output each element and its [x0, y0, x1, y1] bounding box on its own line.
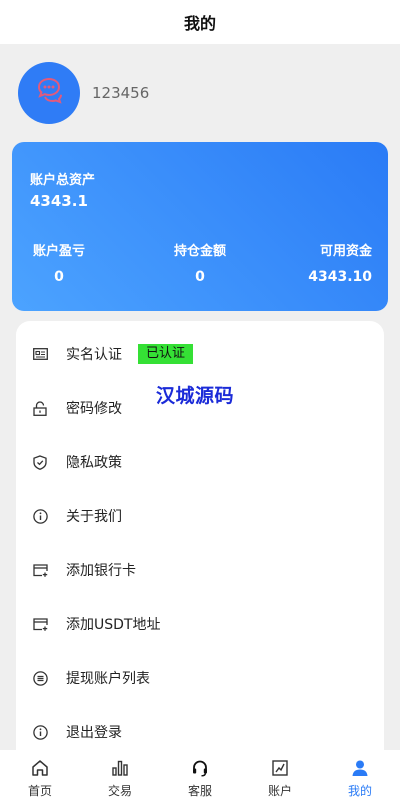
- menu-item-label: 隐私政策: [66, 455, 122, 471]
- tab-account[interactable]: 账户: [240, 750, 320, 804]
- account-icon: [270, 758, 290, 778]
- menu-item-label: 实名认证: [66, 347, 122, 363]
- info-icon: [32, 724, 48, 740]
- stat-position-amount: 持仓金额 0: [170, 240, 230, 285]
- username: 123456: [92, 84, 150, 102]
- menu-item-privacy-policy[interactable]: 隐私政策: [16, 435, 384, 489]
- menu-item-label: 关于我们: [66, 509, 122, 525]
- total-assets-label: 账户总资产: [30, 173, 96, 188]
- menu-item-label: 密码修改: [66, 401, 122, 417]
- menu-item-label: 添加USDT地址: [66, 617, 161, 633]
- stat-label: 可用资金: [319, 244, 372, 259]
- total-assets-value: 4343.1: [30, 192, 88, 210]
- asset-summary-card: 账户总资产 4343.1 账户盈亏 0 持仓金额 0 可用资金 4343.10: [12, 142, 388, 311]
- tab-label: 账户: [267, 784, 292, 798]
- bottom-tab-bar: 首页 交易 客服 账户 我的: [0, 750, 400, 804]
- home-icon: [30, 758, 50, 778]
- page-title: 我的: [183, 14, 216, 33]
- info-icon: [32, 508, 48, 524]
- top-bar: 我的: [0, 0, 400, 44]
- profile-section: 123456: [18, 62, 149, 124]
- tab-trade[interactable]: 交易: [80, 750, 160, 804]
- card-add-icon: [32, 616, 48, 632]
- stat-available-funds: 可用资金 4343.10: [308, 240, 372, 285]
- shield-icon: [32, 454, 48, 470]
- menu-item-withdrawal-accounts[interactable]: 提现账户列表: [16, 651, 384, 705]
- card-add-icon: [32, 562, 48, 578]
- headset-icon: [190, 758, 210, 778]
- menu-item-add-usdt-address[interactable]: 添加USDT地址: [16, 597, 384, 651]
- menu-item-label: 退出登录: [66, 725, 122, 741]
- tab-customer-service[interactable]: 客服: [160, 750, 240, 804]
- stat-profit-loss: 账户盈亏 0: [30, 240, 88, 285]
- stat-label: 账户盈亏: [32, 244, 85, 259]
- tab-mine[interactable]: 我的: [320, 750, 400, 804]
- chat-bubbles-icon: [31, 73, 67, 113]
- avatar[interactable]: [18, 62, 80, 124]
- list-icon: [32, 670, 48, 686]
- stat-label: 持仓金额: [173, 244, 226, 259]
- watermark: 汉城源码: [156, 385, 235, 407]
- tab-label: 客服: [187, 784, 212, 798]
- stat-value: 4343.10: [308, 269, 372, 285]
- chart-icon: [110, 758, 130, 778]
- id-card-icon: [32, 346, 48, 362]
- menu-item-label: 添加银行卡: [66, 563, 136, 579]
- tab-label: 交易: [107, 784, 132, 798]
- menu-item-label: 提现账户列表: [66, 671, 150, 687]
- user-icon: [350, 758, 370, 778]
- tab-label: 首页: [27, 784, 52, 798]
- menu-item-real-name-verification[interactable]: 实名认证 已认证: [16, 327, 384, 381]
- tab-label: 我的: [347, 784, 372, 798]
- tab-home[interactable]: 首页: [0, 750, 80, 804]
- lock-icon: [32, 400, 48, 416]
- stat-value: 0: [54, 269, 64, 285]
- verified-badge: 已认证: [138, 344, 194, 364]
- menu-item-add-bank-card[interactable]: 添加银行卡: [16, 543, 384, 597]
- menu-item-about-us[interactable]: 关于我们: [16, 489, 384, 543]
- stat-value: 0: [195, 269, 205, 285]
